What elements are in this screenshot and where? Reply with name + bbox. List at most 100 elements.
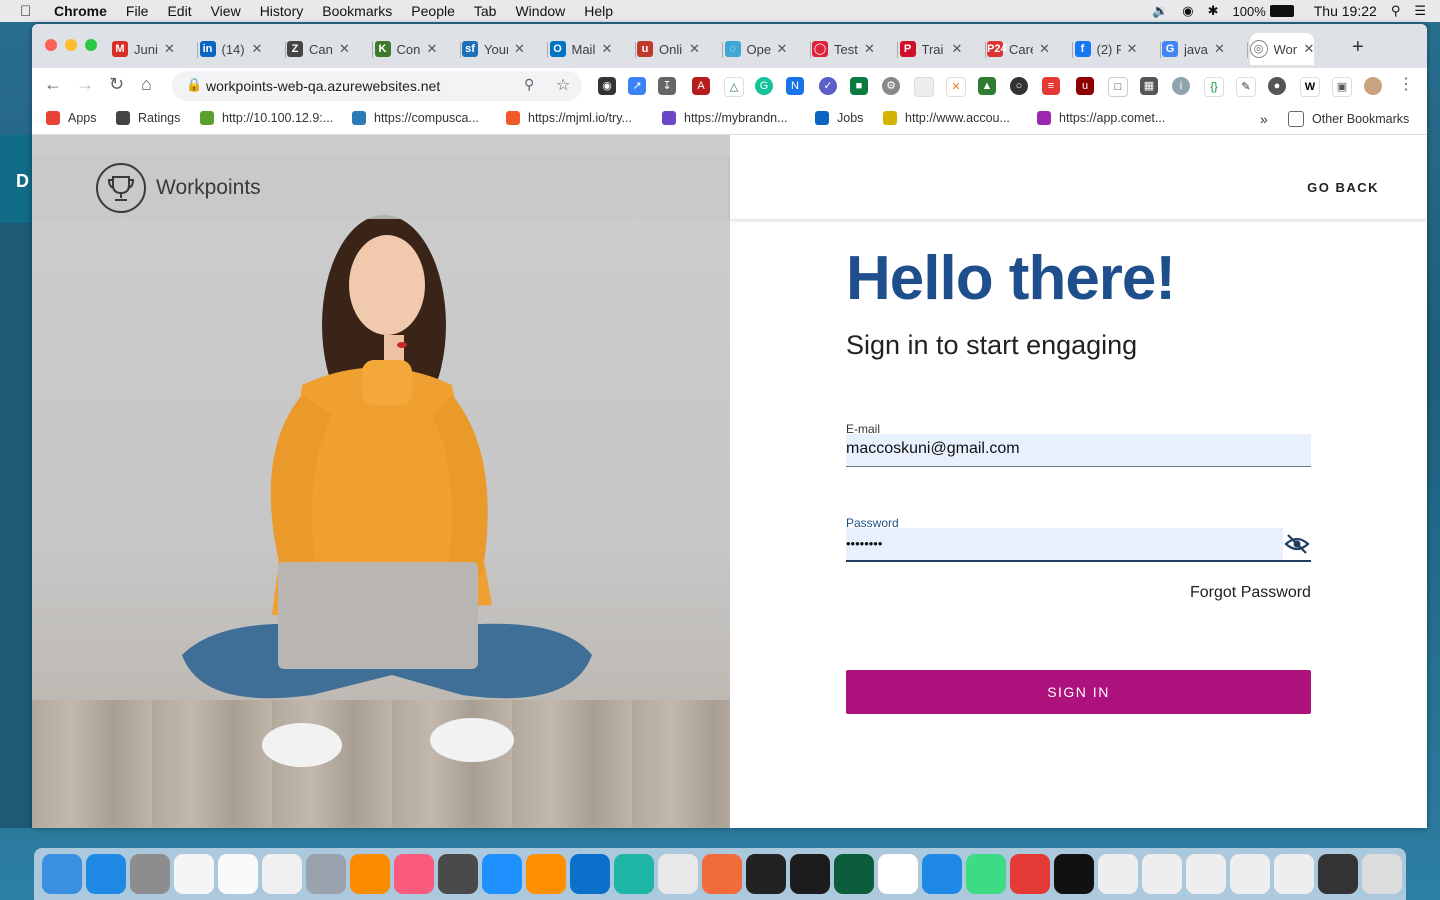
extension-icon-15[interactable]: ≡ bbox=[1042, 77, 1060, 95]
dock-app-icon-14[interactable] bbox=[658, 854, 698, 894]
new-badge-extension-icon[interactable]: N bbox=[786, 77, 804, 95]
dock-app-icon-13[interactable] bbox=[614, 854, 654, 894]
dock-app-icon-4[interactable] bbox=[218, 854, 258, 894]
tab-close-icon[interactable]: ✕ bbox=[1214, 41, 1225, 57]
spotlight-icon[interactable]: ⚲ bbox=[1391, 3, 1401, 19]
dock-app-icon-7[interactable] bbox=[350, 854, 390, 894]
tab-close-icon[interactable]: ✕ bbox=[952, 41, 963, 57]
extension-icon-19[interactable]: i bbox=[1172, 77, 1190, 95]
tab-close-icon[interactable]: ✕ bbox=[339, 41, 350, 57]
tab-3[interactable]: K Con ✕ bbox=[374, 33, 438, 65]
extension-icon-14[interactable]: ○ bbox=[1010, 77, 1028, 95]
dock-app-icon-20[interactable] bbox=[922, 854, 962, 894]
extension-icon-9[interactable]: ■ bbox=[850, 77, 868, 95]
home-icon[interactable]: ⌂ bbox=[141, 74, 152, 95]
minimize-window-button[interactable] bbox=[65, 39, 77, 51]
email-field[interactable]: maccoskuni@gmail.com bbox=[846, 434, 1311, 467]
tab-4[interactable]: sf Your ✕ bbox=[462, 33, 525, 65]
tab-close-icon[interactable]: ✕ bbox=[689, 41, 700, 57]
dock-app-icon-8[interactable] bbox=[394, 854, 434, 894]
tab-9[interactable]: P Trai ✕ bbox=[899, 33, 963, 65]
back-arrow-icon[interactable]: ← bbox=[44, 74, 62, 95]
dock-app-icon-0[interactable] bbox=[42, 854, 82, 894]
dock-app-icon-21[interactable] bbox=[966, 854, 1006, 894]
menu-history[interactable]: History bbox=[260, 3, 304, 19]
dock-app-icon-6[interactable] bbox=[306, 854, 346, 894]
sign-in-button[interactable]: SIGN IN bbox=[846, 670, 1311, 714]
bookmark-star-icon[interactable]: ☆ bbox=[556, 75, 570, 95]
dock-app-icon-2[interactable] bbox=[130, 854, 170, 894]
extension-icon-10[interactable]: ⚙ bbox=[882, 77, 900, 95]
extension-icon-11[interactable] bbox=[914, 77, 934, 97]
menu-help[interactable]: Help bbox=[584, 3, 613, 19]
tab-6[interactable]: u Onli ✕ bbox=[637, 33, 700, 65]
dock-app-icon-12[interactable] bbox=[570, 854, 610, 894]
reload-icon[interactable]: ↻ bbox=[109, 74, 124, 95]
bluetooth-icon[interactable]: ✱ bbox=[1208, 3, 1219, 19]
new-tab-icon[interactable]: + bbox=[1352, 36, 1364, 59]
forgot-password-link[interactable]: Forgot Password bbox=[1190, 584, 1311, 602]
extension-icon-5[interactable]: △ bbox=[724, 77, 744, 97]
volume-icon[interactable]: 🔉 bbox=[1152, 3, 1168, 19]
extension-icon-12[interactable]: ✕ bbox=[946, 77, 966, 97]
clock[interactable]: Thu 19:22 bbox=[1314, 3, 1377, 19]
go-back-link[interactable]: GO BACK bbox=[1307, 180, 1379, 195]
extension-icon-22[interactable]: ● bbox=[1268, 77, 1286, 95]
dock-app-icon-22[interactable] bbox=[1010, 854, 1050, 894]
json-extension-icon[interactable]: {} bbox=[1204, 77, 1224, 97]
dock-app-icon-19[interactable] bbox=[878, 854, 918, 894]
extensions-puzzle-icon[interactable]: ▣ bbox=[1332, 77, 1352, 97]
extension-icon-1[interactable]: ◉ bbox=[598, 77, 616, 95]
bookmarks-overflow-icon[interactable]: » bbox=[1260, 111, 1268, 127]
bookmark-item-1[interactable]: Ratings bbox=[116, 111, 180, 125]
battery-icon[interactable] bbox=[1269, 5, 1294, 17]
password-key-icon[interactable]: ⚲ bbox=[524, 76, 534, 93]
zoom-window-button[interactable] bbox=[85, 39, 97, 51]
menu-bookmarks[interactable]: Bookmarks bbox=[322, 3, 392, 19]
bookmark-item-5[interactable]: https://mybrandn... bbox=[662, 111, 788, 125]
tab-close-icon[interactable]: ✕ bbox=[1304, 41, 1315, 57]
extension-icon-18[interactable]: ▦ bbox=[1140, 77, 1158, 95]
wifi-icon[interactable]: ◉ bbox=[1182, 3, 1193, 19]
menu-file[interactable]: File bbox=[126, 3, 149, 19]
tab-8[interactable]: ◯ Test ✕ bbox=[812, 33, 875, 65]
dock-app-icon-29[interactable] bbox=[1318, 854, 1358, 894]
pdf-extension-icon[interactable]: A bbox=[692, 77, 710, 95]
dock-app-icon-16[interactable] bbox=[746, 854, 786, 894]
toggle-password-visibility-icon[interactable] bbox=[1283, 528, 1311, 560]
menu-tab[interactable]: Tab bbox=[474, 3, 497, 19]
tab-close-icon[interactable]: ✕ bbox=[1127, 41, 1138, 57]
dock-app-icon-26[interactable] bbox=[1186, 854, 1226, 894]
bookmark-item-0[interactable]: Apps bbox=[46, 111, 97, 125]
wikipedia-icon[interactable]: W bbox=[1300, 77, 1320, 97]
menu-window[interactable]: Window bbox=[515, 3, 565, 19]
menu-view[interactable]: View bbox=[211, 3, 241, 19]
dock-app-icon-10[interactable] bbox=[482, 854, 522, 894]
bookmark-item-2[interactable]: http://10.100.12.9:... bbox=[200, 111, 333, 125]
bookmark-item-8[interactable]: https://app.comet... bbox=[1037, 111, 1165, 125]
dock-app-icon-28[interactable] bbox=[1274, 854, 1314, 894]
password-field[interactable]: •••••••• bbox=[846, 528, 1311, 562]
tab-7[interactable]: ◌ Ope ✕ bbox=[724, 33, 788, 65]
bookmark-item-6[interactable]: Jobs bbox=[815, 111, 863, 125]
tab-close-icon[interactable]: ✕ bbox=[777, 41, 788, 57]
tab-13[interactable]: ◎ Wor ✕ bbox=[1249, 33, 1315, 65]
dock-app-icon-30[interactable] bbox=[1362, 854, 1402, 894]
brand-name[interactable]: Workpoints bbox=[156, 176, 261, 200]
tab-close-icon[interactable]: ✕ bbox=[864, 41, 875, 57]
tab-close-icon[interactable]: ✕ bbox=[164, 41, 175, 57]
eyedropper-icon[interactable]: ✎ bbox=[1236, 77, 1256, 97]
tab-10[interactable]: P24Care ✕ bbox=[987, 33, 1050, 65]
tab-1[interactable]: in (14) ✕ bbox=[199, 33, 263, 65]
dock-app-icon-25[interactable] bbox=[1142, 854, 1182, 894]
apple-icon[interactable]:  bbox=[20, 3, 36, 20]
dock-app-icon-9[interactable] bbox=[438, 854, 478, 894]
other-bookmarks[interactable]: Other Bookmarks bbox=[1288, 111, 1409, 127]
tab-close-icon[interactable]: ✕ bbox=[427, 41, 438, 57]
tab-close-icon[interactable]: ✕ bbox=[252, 41, 263, 57]
dock-app-icon-18[interactable] bbox=[834, 854, 874, 894]
tab-2[interactable]: Z Can ✕ bbox=[287, 33, 350, 65]
dock-app-icon-17[interactable] bbox=[790, 854, 830, 894]
screenshot-extension-icon[interactable]: □ bbox=[1108, 77, 1128, 97]
dock-app-icon-3[interactable] bbox=[174, 854, 214, 894]
